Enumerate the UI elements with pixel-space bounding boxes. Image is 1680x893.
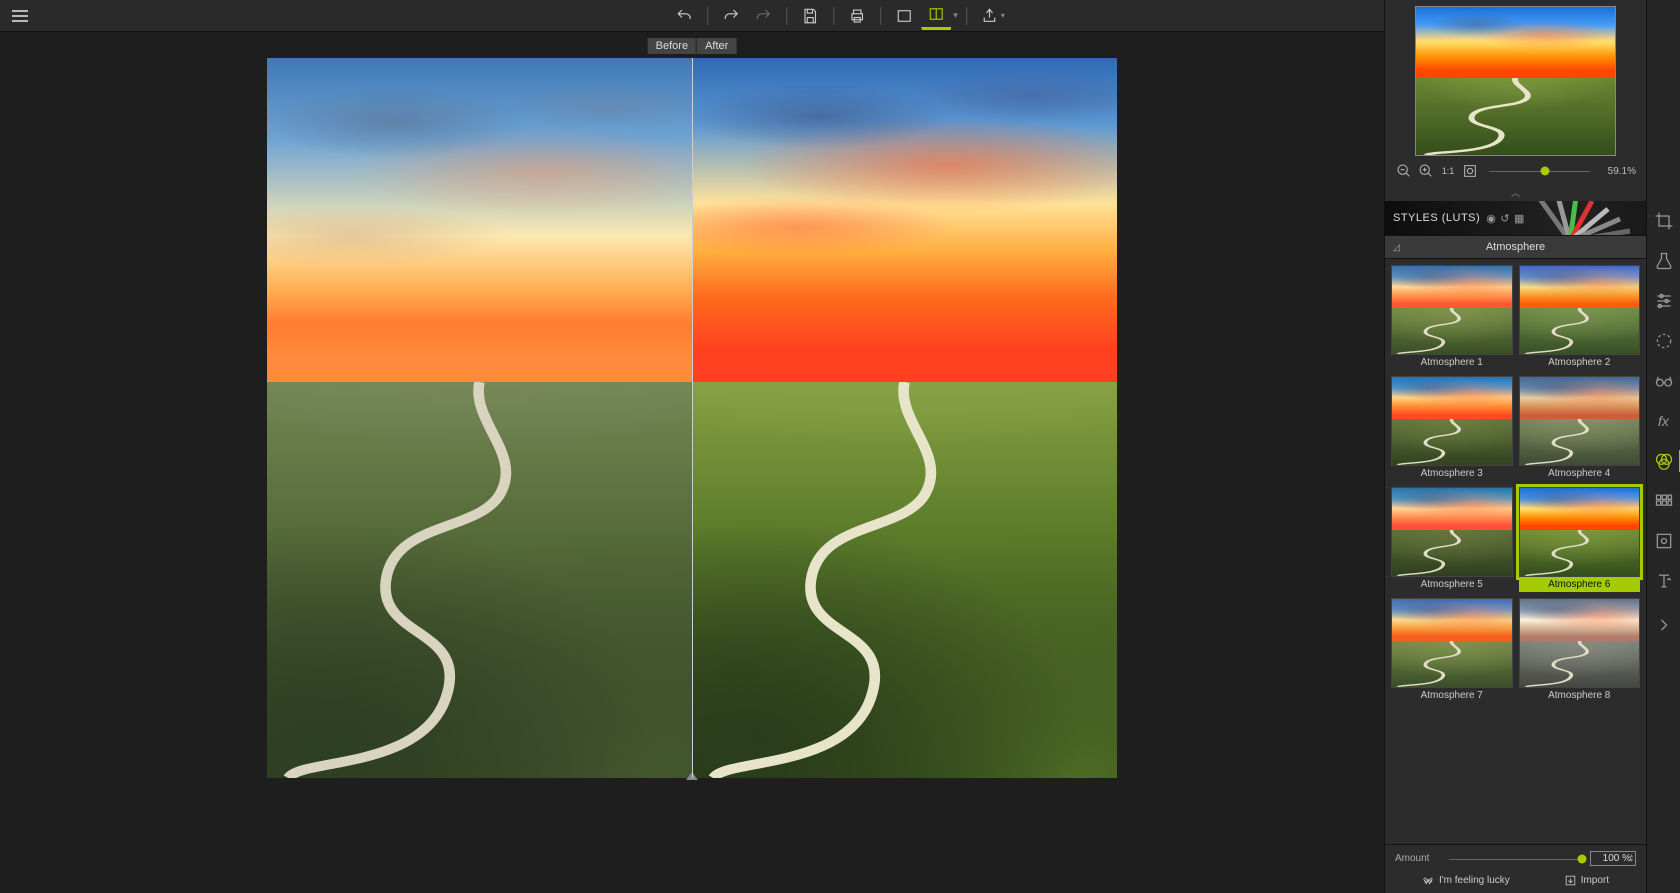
mask-tool-icon[interactable] [1653,330,1675,352]
zoom-controls: 1:1 59.1% [1385,160,1646,186]
category-collapse-icon[interactable]: ◿ [1393,242,1400,253]
glasses-tool-icon[interactable] [1653,370,1675,392]
style-thumb-image [1391,598,1513,688]
sliders-tool-icon[interactable] [1653,290,1675,312]
compare-dropdown[interactable]: ▾ [953,10,958,21]
right-panel: 1:1 59.1% ︿ STYLES (LUTS) ◉ ↺ ▦ [1384,0,1680,893]
styles-eye-icon[interactable]: ◉ [1486,212,1496,225]
zoom-knob[interactable] [1540,167,1549,176]
redo-button[interactable] [716,2,746,30]
fx-tool-icon[interactable]: fx [1653,410,1675,432]
right-main: 1:1 59.1% ︿ STYLES (LUTS) ◉ ↺ ▦ [1384,0,1646,893]
redo-alt-button[interactable] [748,2,778,30]
style-thumb-8[interactable]: Atmosphere 8 [1519,598,1641,703]
style-thumb-3[interactable]: Atmosphere 3 [1391,376,1513,481]
style-thumb-image [1391,376,1513,466]
rail-expand-icon[interactable] [1653,614,1675,636]
style-thumb-6[interactable]: Atmosphere 6 [1519,487,1641,592]
style-thumb-5[interactable]: Atmosphere 5 [1391,487,1513,592]
after-half [692,58,1117,778]
grain-tool-icon[interactable] [1653,490,1675,512]
lab-tool-icon[interactable] [1653,250,1675,272]
before-half [267,58,692,778]
collapse-preview[interactable]: ︿ [1385,186,1646,201]
image-canvas[interactable]: Before After [267,58,1117,778]
style-thumb-label: Atmosphere 3 [1391,466,1513,481]
separator [833,7,834,25]
style-thumb-2[interactable]: Atmosphere 2 [1519,265,1641,370]
amount-spinner[interactable]: ▴▾ [1625,852,1633,865]
print-button[interactable] [842,2,872,30]
undo-button[interactable] [669,2,699,30]
before-after-labels: Before After [648,38,737,54]
zoom-slider[interactable] [1489,165,1590,177]
before-label: Before [648,38,697,54]
single-view-button[interactable] [889,2,919,30]
category-row[interactable]: ◿ Atmosphere [1385,235,1646,259]
style-thumb-label: Atmosphere 2 [1519,355,1641,370]
style-thumb-4[interactable]: Atmosphere 4 [1519,376,1641,481]
style-thumb-label: Atmosphere 7 [1391,688,1513,703]
style-thumb-label: Atmosphere 1 [1391,355,1513,370]
styles-reset-icon[interactable]: ↺ [1500,212,1510,225]
amount-slider[interactable] [1449,853,1582,865]
style-thumb-image [1391,487,1513,577]
crop-tool-icon[interactable] [1653,210,1675,232]
styles-grid-icon[interactable]: ▦ [1514,212,1525,225]
style-thumb-label: Atmosphere 6 [1519,577,1641,592]
zoom-fit-icon[interactable] [1461,162,1479,180]
separator [707,7,708,25]
zoom-value: 59.1% [1600,166,1636,177]
preview-thumbnail[interactable] [1415,6,1616,156]
amount-knob[interactable] [1578,854,1587,863]
save-button[interactable] [795,2,825,30]
work-area: Before After [0,32,1384,893]
toolbar-center-group: ▾ ▾ [669,2,1011,30]
style-thumb-image [1519,265,1641,355]
style-thumb-image [1519,598,1641,688]
styles-header: STYLES (LUTS) ◉ ↺ ▦ [1385,201,1646,235]
styles-fan-graphic [1530,201,1646,235]
after-label: After [697,38,736,54]
zoom-1to1-icon[interactable]: 1:1 [1439,162,1457,180]
zoom-out-icon[interactable] [1395,162,1413,180]
category-name: Atmosphere [1486,241,1545,253]
zoom-in-icon[interactable] [1417,162,1435,180]
import-button[interactable]: Import [1564,874,1609,887]
separator [966,7,967,25]
tool-rail: fx [1646,0,1680,893]
style-thumb-label: Atmosphere 8 [1519,688,1641,703]
compare-divider[interactable] [692,58,693,778]
style-thumb-image [1519,376,1641,466]
export-button[interactable]: ▾ [975,2,1011,30]
color-lookup-tool-icon[interactable] [1653,450,1675,472]
style-thumb-label: Atmosphere 5 [1391,577,1513,592]
separator [786,7,787,25]
menu-button[interactable] [0,0,40,32]
thumbnail-grid: Atmosphere 1 Atmosphere 2 Atmosphere 3 Atmo… [1385,259,1646,844]
style-thumb-label: Atmosphere 4 [1519,466,1641,481]
style-thumb-image [1519,487,1641,577]
style-thumb-1[interactable]: Atmosphere 1 [1391,265,1513,370]
frame-tool-icon[interactable] [1653,530,1675,552]
style-thumb-7[interactable]: Atmosphere 7 [1391,598,1513,703]
styles-title: STYLES (LUTS) [1393,212,1480,224]
amount-panel: Amount 100 % ▴▾ I'm feeling lucky Import [1385,844,1646,893]
amount-label: Amount [1395,853,1441,864]
style-thumb-image [1391,265,1513,355]
feeling-lucky-button[interactable]: I'm feeling lucky [1422,874,1510,887]
amount-value[interactable]: 100 % ▴▾ [1590,851,1636,866]
text-tool-icon[interactable] [1653,570,1675,592]
separator [880,7,881,25]
compare-view-button[interactable] [921,2,951,30]
